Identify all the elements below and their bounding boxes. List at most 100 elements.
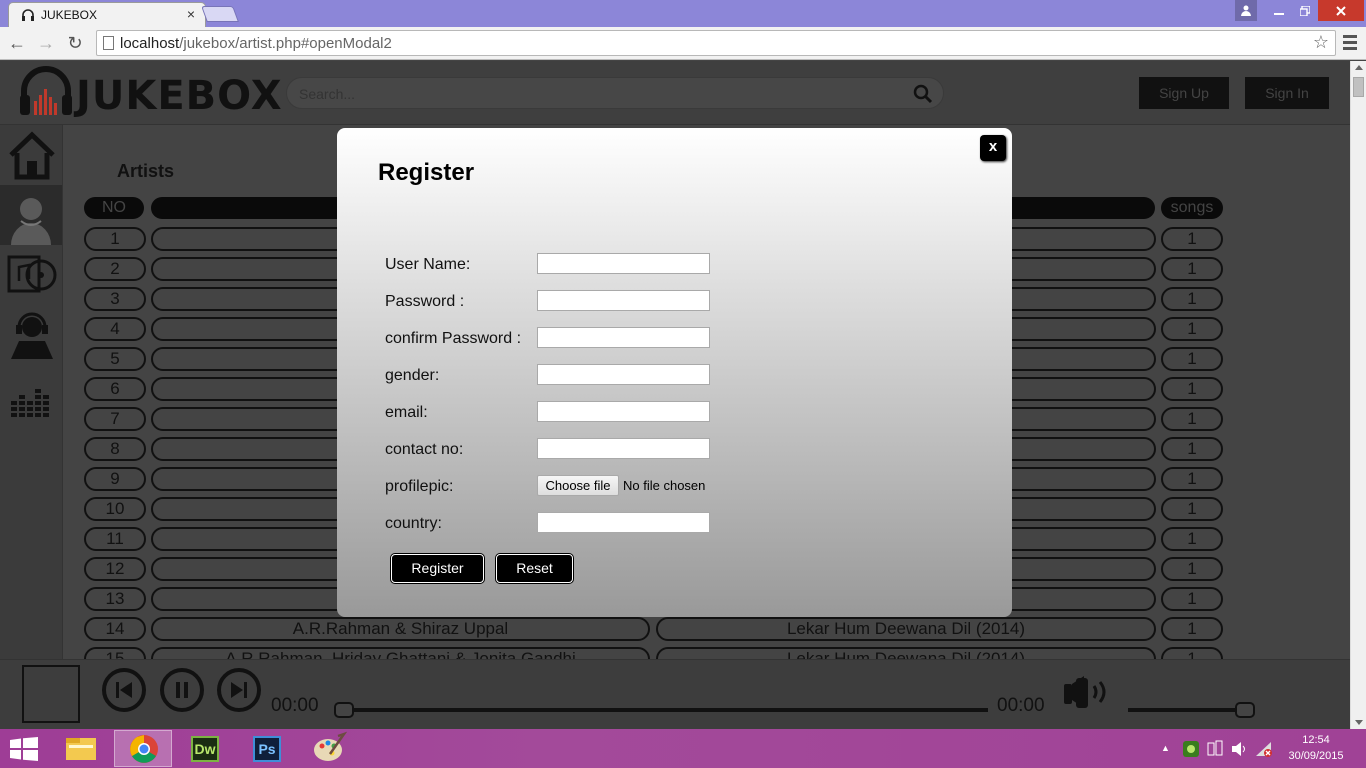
next-button[interactable] (217, 668, 261, 712)
row-artist: A.R.Rahman & Shiraz Uppal (151, 617, 650, 641)
row-no: 14 (84, 617, 146, 641)
taskbar-clock[interactable]: 12:54 30/09/2015 (1286, 732, 1346, 764)
user-profile-icon[interactable] (1235, 0, 1257, 21)
jukebox-logo[interactable]: JUKEBOX (18, 65, 282, 121)
modal-title: Register (378, 159, 475, 186)
speaker-icon[interactable] (1231, 740, 1247, 758)
password-field[interactable] (537, 290, 710, 311)
progress-track[interactable] (340, 708, 988, 712)
row-songs: 1 (1161, 317, 1223, 341)
equalizer-icon (11, 389, 49, 417)
address-url: localhost/jukebox/artist.php#openModal2 (120, 35, 392, 52)
back-icon[interactable]: ← (5, 31, 29, 55)
volume-icon[interactable] (1062, 672, 1118, 712)
volume-knob[interactable] (1234, 702, 1255, 718)
email-field[interactable] (537, 401, 710, 422)
sign-in-button[interactable]: Sign In (1245, 77, 1329, 109)
row-songs: 1 (1161, 347, 1223, 371)
folder-icon (66, 738, 96, 760)
chrome-icon (130, 735, 158, 763)
headphones-favicon-icon (22, 9, 34, 21)
address-bar[interactable]: localhost/jukebox/artist.php#openModal2 … (96, 30, 1336, 56)
logo-text: JUKEBOX (76, 73, 283, 119)
windows-start-icon[interactable] (10, 737, 38, 761)
gender-field[interactable] (537, 364, 710, 385)
pause-icon (176, 682, 188, 698)
page-scrollbar[interactable] (1350, 61, 1366, 729)
network-icon[interactable] (1255, 740, 1273, 758)
sidebar (0, 125, 63, 665)
restore-icon[interactable] (1292, 0, 1318, 21)
browser-titlebar: JUKEBOX × (0, 0, 1366, 27)
row-songs: 1 (1161, 257, 1223, 281)
browser-menu-icon[interactable] (1340, 32, 1360, 54)
search-icon[interactable] (913, 84, 933, 104)
taskbar-chrome[interactable] (114, 730, 172, 767)
row-songs: 1 (1161, 527, 1223, 551)
row-no: 7 (84, 407, 146, 431)
sidebar-item-charts[interactable] (0, 365, 62, 425)
tab-title: JUKEBOX (41, 8, 98, 22)
row-album: Lekar Hum Deewana Dil (2014) (656, 617, 1156, 641)
window-close-icon[interactable] (1318, 0, 1364, 21)
dreamweaver-icon: Dw (191, 736, 219, 762)
row-no: 11 (84, 527, 146, 551)
row-no: 5 (84, 347, 146, 371)
battery-icon[interactable] (1207, 740, 1223, 758)
taskbar-dreamweaver[interactable]: Dw (176, 730, 234, 767)
contact-field[interactable] (537, 438, 710, 459)
reload-icon[interactable]: ↻ (63, 31, 87, 55)
search-input[interactable]: Search... (299, 86, 355, 102)
row-no: 13 (84, 587, 146, 611)
photoshop-icon: Ps (253, 736, 281, 762)
browser-tab[interactable]: JUKEBOX × (8, 2, 206, 27)
clock-date: 30/09/2015 (1288, 750, 1344, 762)
row-songs: 1 (1161, 587, 1223, 611)
tray-expand-icon[interactable]: ▲ (1161, 743, 1170, 753)
tab-close-icon[interactable]: × (187, 6, 195, 22)
reset-button[interactable]: Reset (496, 554, 573, 583)
sidebar-item-artists[interactable] (0, 185, 62, 245)
music-player: 00:00 00:00 (0, 659, 1350, 729)
clock-time: 12:54 (1302, 734, 1330, 746)
progress-knob[interactable] (334, 702, 354, 718)
country-field[interactable] (537, 512, 710, 533)
bookmark-star-icon[interactable]: ☆ (1313, 32, 1329, 53)
taskbar-file-explorer[interactable] (52, 730, 110, 767)
row-songs: 1 (1161, 557, 1223, 581)
page: JUKEBOX Search... Sign Up Sign In Artist… (0, 61, 1350, 729)
row-songs: 1 (1161, 617, 1223, 641)
search-box[interactable]: Search... (286, 77, 944, 109)
album-cover (22, 665, 80, 723)
minimize-icon[interactable] (1266, 0, 1292, 21)
row-no: 9 (84, 467, 146, 491)
choose-file-button[interactable]: Choose file (537, 475, 619, 496)
headphones-logo-icon (20, 66, 72, 115)
taskbar-paint[interactable] (300, 730, 358, 767)
confirm-password-field[interactable] (537, 327, 710, 348)
row-no: 2 (84, 257, 146, 281)
modal-close-button[interactable]: x (980, 135, 1006, 161)
email-label: email: (385, 404, 428, 421)
previous-button[interactable] (102, 668, 146, 712)
site-header: JUKEBOX Search... Sign Up Sign In (0, 61, 1350, 125)
forward-icon[interactable]: → (34, 31, 58, 55)
taskbar-photoshop[interactable]: Ps (238, 730, 296, 767)
contact-label: contact no: (385, 441, 464, 458)
tray-app-icon[interactable] (1182, 740, 1200, 758)
album-icon (7, 255, 57, 293)
sidebar-item-home[interactable] (0, 125, 62, 185)
register-button[interactable]: Register (391, 554, 484, 583)
sidebar-item-djs[interactable] (0, 305, 62, 365)
file-status: No file chosen (623, 478, 706, 493)
scroll-thumb[interactable] (1353, 77, 1364, 97)
sidebar-item-albums[interactable] (0, 245, 62, 305)
scroll-down-icon[interactable] (1355, 720, 1363, 725)
gender-label: gender: (385, 367, 440, 384)
username-field[interactable] (537, 253, 710, 274)
new-tab-button[interactable] (201, 6, 239, 22)
sign-up-button[interactable]: Sign Up (1139, 77, 1229, 109)
row-no: 10 (84, 497, 146, 521)
pause-button[interactable] (160, 668, 204, 712)
scroll-up-icon[interactable] (1355, 65, 1363, 70)
